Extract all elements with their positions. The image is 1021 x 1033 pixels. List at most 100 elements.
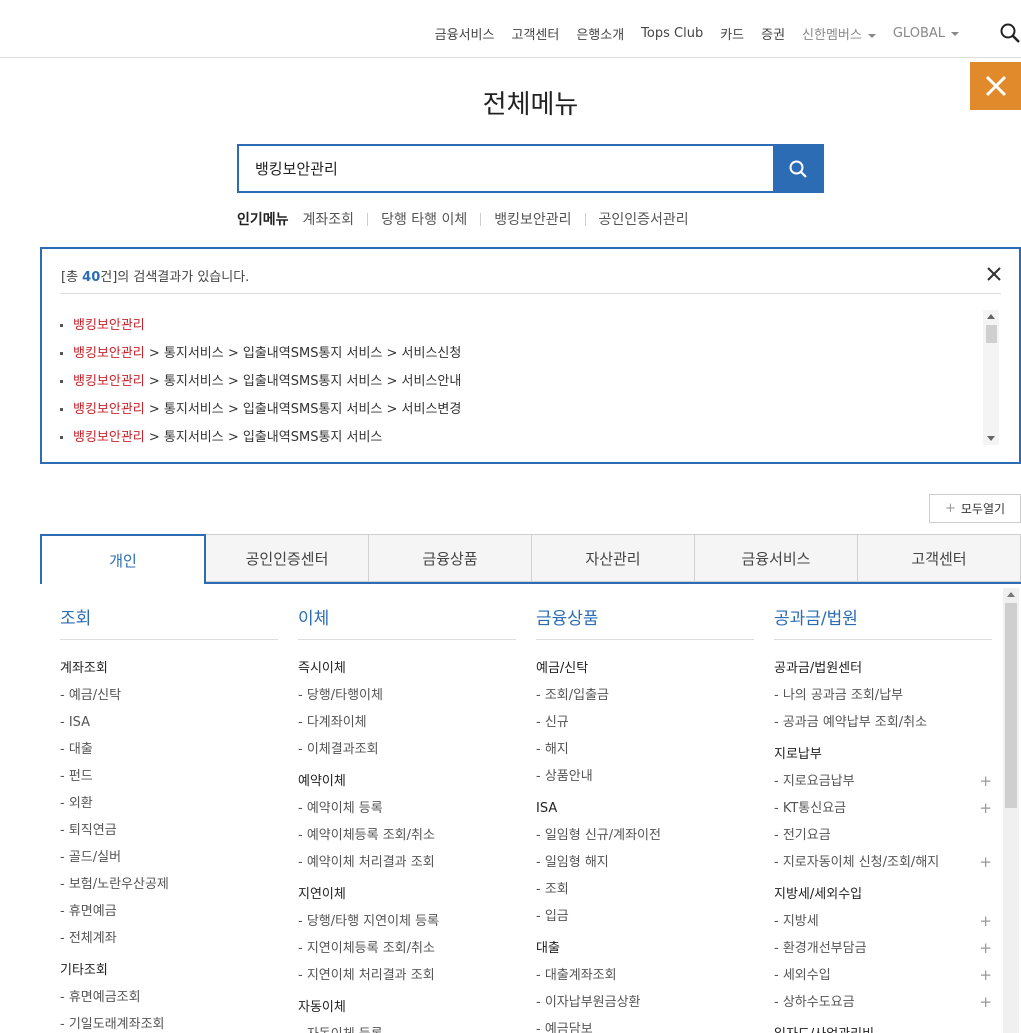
menu-section-title[interactable]: 자동이체 [298,998,516,1018]
menu-link[interactable]: - 골드/실버 [60,844,278,871]
menu-link[interactable]: - 조회/입출금 [536,682,754,709]
menu-link[interactable]: - 지연이체 처리결과 조회 [298,962,516,989]
menu-link[interactable]: - 조회 [536,876,754,903]
tab-asset-management[interactable]: 자산관리 [532,534,695,582]
menu-section-title[interactable]: 계좌조회 [60,659,278,679]
result-item[interactable]: 뱅킹보안관리 > 통지서비스 > 입출내역SMS통지 서비스 [60,427,990,455]
menu-link[interactable]: - 입금 [536,903,754,930]
menu-section-title[interactable]: 즉시이체 [298,659,516,679]
result-item[interactable]: 뱅킹보안관리 [60,315,990,343]
scroll-thumb[interactable] [1005,603,1017,808]
menu-link[interactable]: - 기일도래계좌조회 [60,1011,278,1033]
tab-financial-products[interactable]: 금융상품 [369,534,532,582]
menu-link[interactable]: - 전체계좌 [60,925,278,952]
tab-certificate-center[interactable]: 공인인증센터 [206,534,369,582]
menu-section-title[interactable]: 대출 [536,939,754,959]
nav-item-financial-services[interactable]: 금융서비스 [435,24,495,43]
expand-plus-icon[interactable]: + [979,849,992,876]
menu-link[interactable]: - 환경개선부담금 + [774,935,992,962]
popular-item-banking-security[interactable]: 뱅킹보안관리 [494,209,571,229]
expand-plus-icon[interactable]: + [979,989,992,1016]
menu-column-title[interactable]: 금융상품 [536,596,754,640]
result-item[interactable]: 뱅킹보안관리 > 통지서비스 > 입출내역SMS통지 서비스 > 서비스신청 [60,343,990,371]
nav-item-bank-intro[interactable]: 은행소개 [576,24,624,43]
menu-link[interactable]: - 해지 [536,736,754,763]
nav-item-card[interactable]: 카드 [720,24,744,43]
menu-link[interactable]: - 세외수입 + [774,962,992,989]
menu-link[interactable]: - 휴면예금조회 [60,984,278,1011]
menu-section-title[interactable]: 일자드/사업관리비 [774,1025,992,1033]
menu-link[interactable]: - 지로자동이체 신청/조회/해지 + [774,849,992,876]
menu-link[interactable]: - 지방세 + [774,908,992,935]
menu-section-title[interactable]: 지방세/세외수입 [774,885,992,905]
menu-link[interactable]: - 다계좌이체 [298,709,516,736]
expand-plus-icon[interactable]: + [979,795,992,822]
menu-link[interactable]: - 예약이체등록 조회/취소 [298,822,516,849]
nav-item-securities[interactable]: 증권 [761,24,785,43]
menu-section-title[interactable]: 지연이체 [298,885,516,905]
result-item[interactable]: 뱅킹보안관리 > 통지서비스 > 입출내역SMS통지 서비스 > 서비스안내 [60,371,990,399]
result-item[interactable]: 뱅킹보안관리 > 통지서비스 > 입출내역SMS통지 서비스 > 서비스변경 [60,399,990,427]
menu-link[interactable]: - 일임형 해지 [536,849,754,876]
menu-section-title[interactable]: 공과금/법원센터 [774,659,992,679]
search-submit-button[interactable] [773,146,822,191]
menu-column-title[interactable]: 이체 [298,596,516,640]
menu-link[interactable]: - 전기요금 [774,822,992,849]
menu-link[interactable]: - 외환 [60,790,278,817]
expand-plus-icon[interactable]: + [979,935,992,962]
menu-link[interactable]: - 대출 [60,736,278,763]
menu-link[interactable]: - 예약이체 등록 [298,795,516,822]
menu-link[interactable]: - ISA [60,709,278,736]
menu-scrollbar[interactable] [1003,588,1019,1033]
menu-link[interactable]: - 나의 공과금 조회/납부 [774,682,992,709]
expand-plus-icon[interactable]: + [979,962,992,989]
popular-item-certificate[interactable]: 공인인증서관리 [599,209,689,229]
menu-link[interactable]: - 예금담보 [536,1016,754,1033]
scroll-up-icon[interactable] [1007,592,1015,597]
tab-personal[interactable]: 개인 [40,534,206,584]
expand-plus-icon[interactable]: + [979,768,992,795]
tab-financial-services[interactable]: 금융서비스 [695,534,858,582]
popular-item-transfer[interactable]: 당행 타행 이체 [381,209,467,229]
menu-link[interactable]: - 지연이체등록 조회/취소 [298,935,516,962]
expand-plus-icon[interactable]: + [979,908,992,935]
menu-link[interactable]: - 예약이체 처리결과 조회 [298,849,516,876]
scroll-up-icon[interactable] [987,314,995,319]
menu-link[interactable]: - 당행/타행 지연이체 등록 [298,908,516,935]
scroll-thumb[interactable] [986,325,997,343]
menu-link[interactable]: - 예금/신탁 [60,682,278,709]
menu-link[interactable]: - 보험/노란우산공제 [60,871,278,898]
expand-all-button[interactable]: + 모두열기 [929,494,1021,523]
results-scrollbar[interactable] [983,310,999,445]
nav-dropdown-shinhan-members[interactable]: 신한멤버스 [802,24,876,43]
nav-item-customer-center[interactable]: 고객센터 [511,24,559,43]
menu-link[interactable]: - 지로요금납부 + [774,768,992,795]
menu-link[interactable]: - 당행/타행이체 [298,682,516,709]
nav-dropdown-global[interactable]: GLOBAL [893,26,959,41]
menu-section-title[interactable]: 예약이체 [298,772,516,792]
menu-section-title[interactable]: ISA [536,799,754,819]
tab-customer-center[interactable]: 고객센터 [858,534,1021,582]
menu-link[interactable]: - 퇴직연금 [60,817,278,844]
menu-link[interactable]: - 이체결과조회 [298,736,516,763]
menu-link[interactable]: - 휴면예금 [60,898,278,925]
menu-link[interactable]: - 신규 [536,709,754,736]
menu-column-title[interactable]: 공과금/법원 [774,596,992,640]
close-results-icon[interactable] [985,265,1003,283]
scroll-down-icon[interactable] [987,436,995,441]
menu-link[interactable]: - 자동이체 등록 [298,1021,516,1033]
menu-link[interactable]: - 일임형 신규/계좌이전 [536,822,754,849]
menu-section-title[interactable]: 기타조회 [60,961,278,981]
menu-column-title[interactable]: 조회 [60,596,278,640]
menu-search-input[interactable] [239,146,773,191]
search-icon[interactable] [999,22,1021,44]
menu-link[interactable]: - 대출계좌조회 [536,962,754,989]
menu-section-title[interactable]: 지로납부 [774,745,992,765]
menu-section-title[interactable]: 예금/신탁 [536,659,754,679]
menu-link[interactable]: - 상품안내 [536,763,754,790]
menu-link[interactable]: - 공과금 예약납부 조회/취소 [774,709,992,736]
menu-link[interactable]: - 상하수도요금 + [774,989,992,1016]
menu-link[interactable]: - 이자납부원금상환 [536,989,754,1016]
nav-item-tops-club[interactable]: Tops Club [641,26,703,41]
popular-item-account-inquiry[interactable]: 계좌조회 [303,209,355,229]
